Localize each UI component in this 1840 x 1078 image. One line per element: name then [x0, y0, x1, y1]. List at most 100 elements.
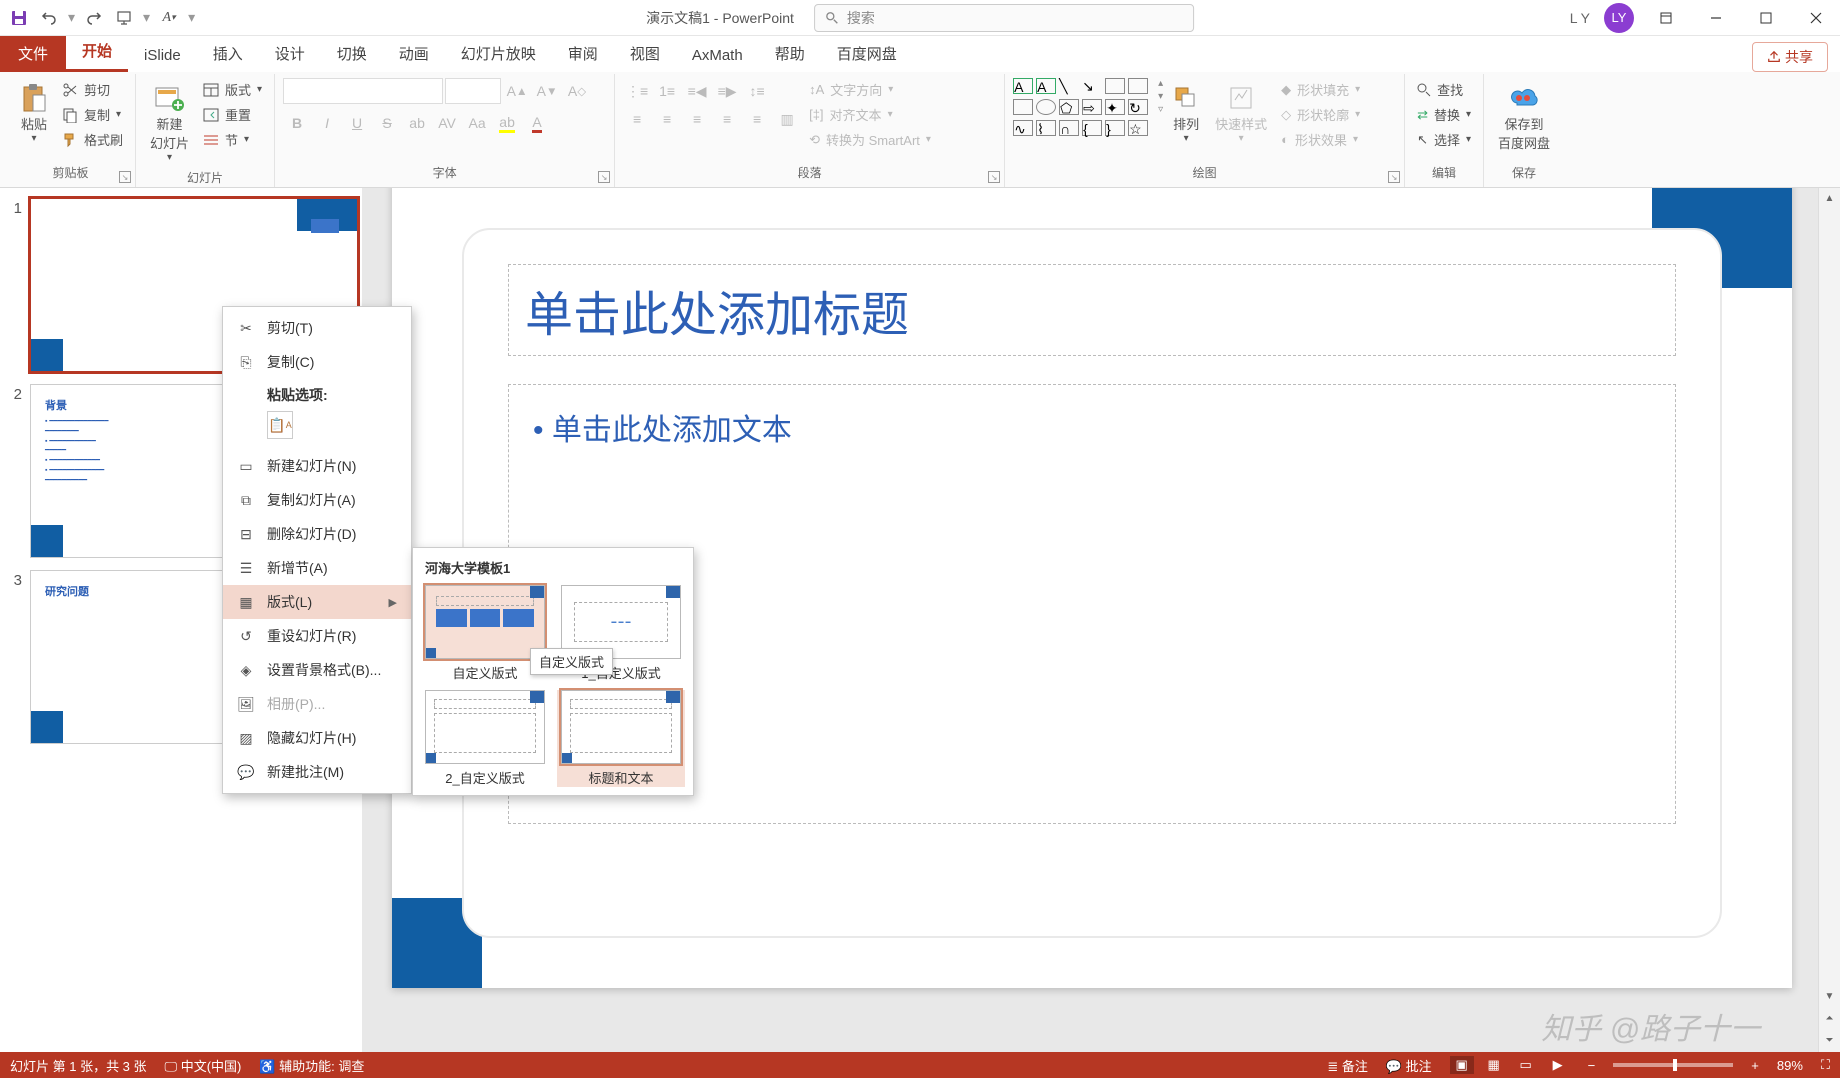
maximize-icon[interactable]: [1748, 5, 1784, 31]
new-slide-button[interactable]: 新建 幻灯片▾: [144, 78, 195, 167]
text-direction-button[interactable]: ↕A文字方向▾: [805, 78, 935, 101]
tab-review[interactable]: 审阅: [552, 35, 614, 72]
save-icon[interactable]: [6, 5, 32, 31]
tab-home[interactable]: 开始: [66, 32, 128, 72]
smartart-button[interactable]: ⟲转换为 SmartArt▾: [805, 128, 935, 151]
ctx-comment[interactable]: 💬新建批注(M): [223, 755, 411, 789]
columns-icon[interactable]: ▥: [773, 106, 801, 132]
shape-fill-button[interactable]: ◆形状填充▾: [1277, 78, 1364, 101]
zoom-level[interactable]: 89%: [1777, 1058, 1803, 1073]
line-spacing-icon[interactable]: ↕≡: [743, 78, 771, 104]
ctx-add-section[interactable]: ☰新增节(A): [223, 551, 411, 585]
tab-file[interactable]: 文件: [0, 35, 66, 72]
fit-window-icon[interactable]: ⛶: [1821, 1057, 1830, 1073]
shape-outline-button[interactable]: ◇形状轮廓▾: [1277, 103, 1364, 126]
reset-button[interactable]: 重置: [199, 103, 266, 126]
scroll-down-icon[interactable]: ▼: [1819, 986, 1840, 1006]
search-input[interactable]: 搜索: [814, 4, 1194, 32]
font-color-icon[interactable]: A: [523, 110, 551, 136]
copy-button[interactable]: 复制▾: [58, 103, 127, 126]
spacing-icon[interactable]: AV: [433, 110, 461, 136]
align-text-button[interactable]: [‡]对齐文本▾: [805, 103, 935, 126]
title-placeholder[interactable]: 单击此处添加标题: [508, 264, 1676, 356]
quick-styles-button[interactable]: 快速样式▾: [1209, 78, 1273, 148]
ctx-cut[interactable]: ✂剪切(T): [223, 311, 411, 345]
tab-slideshow[interactable]: 幻灯片放映: [445, 35, 552, 72]
status-slide-info[interactable]: 幻灯片 第 1 张，共 3 张: [10, 1056, 147, 1075]
normal-view-icon[interactable]: ▣: [1450, 1056, 1474, 1074]
save-to-baidu-button[interactable]: 保存到 百度网盘: [1492, 78, 1556, 156]
prev-slide-icon[interactable]: ⏶: [1819, 1008, 1840, 1028]
ctx-layout[interactable]: ▦版式(L)▶: [223, 585, 411, 619]
highlight-icon[interactable]: ab: [493, 110, 521, 136]
ctx-new-slide[interactable]: ▭新建幻灯片(N): [223, 449, 411, 483]
start-from-beginning-icon[interactable]: [111, 5, 137, 31]
ctx-duplicate[interactable]: ⧉复制幻灯片(A): [223, 483, 411, 517]
font-size-select[interactable]: [445, 78, 501, 104]
indent-inc-icon[interactable]: ≡▶: [713, 78, 741, 104]
vertical-scrollbar[interactable]: ▲ ▼ ⏶ ⏷: [1818, 188, 1840, 1052]
tab-insert[interactable]: 插入: [197, 35, 259, 72]
tab-axmath[interactable]: AxMath: [676, 39, 759, 72]
tab-baidu[interactable]: 百度网盘: [821, 35, 913, 72]
scroll-up-icon[interactable]: ▲: [1819, 188, 1840, 208]
ribbon-display-icon[interactable]: [1648, 5, 1684, 31]
sorter-view-icon[interactable]: ▦: [1482, 1056, 1506, 1074]
close-icon[interactable]: [1798, 5, 1834, 31]
redo-icon[interactable]: [81, 5, 107, 31]
status-comments[interactable]: 💬 批注: [1386, 1056, 1432, 1075]
case-icon[interactable]: Aa: [463, 110, 491, 136]
reading-view-icon[interactable]: ▭: [1514, 1056, 1538, 1074]
next-slide-icon[interactable]: ⏷: [1819, 1030, 1840, 1050]
zoom-slider[interactable]: [1613, 1063, 1733, 1067]
find-button[interactable]: 查找: [1413, 78, 1475, 101]
zoom-in-icon[interactable]: +: [1751, 1058, 1759, 1073]
underline-icon[interactable]: U: [343, 110, 371, 136]
layout-button[interactable]: 版式▾: [199, 78, 266, 101]
numbering-icon[interactable]: 1≡: [653, 78, 681, 104]
ctx-hide[interactable]: ▨隐藏幻灯片(H): [223, 721, 411, 755]
arrange-button[interactable]: 排列▾: [1167, 78, 1205, 148]
cut-button[interactable]: 剪切: [58, 78, 127, 101]
align-right-icon[interactable]: ≡: [683, 106, 711, 132]
dialog-launcher-icon[interactable]: ↘: [1388, 171, 1400, 183]
dialog-launcher-icon[interactable]: ↘: [119, 171, 131, 183]
qat-customize-icon[interactable]: ▾: [188, 9, 195, 26]
layout-option-3[interactable]: 2_自定义版式: [421, 690, 549, 787]
shapes-gallery[interactable]: AA╲↘ ⬠⇨✦↻ ∿⌇∩{}☆: [1013, 78, 1150, 140]
ctx-delete[interactable]: ⊟删除幻灯片(D): [223, 517, 411, 551]
dropdown-caret-icon[interactable]: ▾: [68, 9, 75, 26]
replace-button[interactable]: ⇄替换▾: [1413, 103, 1475, 126]
clear-format-icon[interactable]: A◇: [563, 78, 591, 104]
justify-icon[interactable]: ≡: [713, 106, 741, 132]
zoom-out-icon[interactable]: −: [1588, 1058, 1596, 1073]
ctx-copy[interactable]: ⎘复制(C): [223, 345, 411, 379]
tab-islide[interactable]: iSlide: [128, 39, 197, 72]
slideshow-view-icon[interactable]: ▶: [1546, 1056, 1570, 1074]
italic-icon[interactable]: I: [313, 110, 341, 136]
distribute-icon[interactable]: ≡: [743, 106, 771, 132]
status-accessibility[interactable]: ♿ 辅助功能: 调查: [259, 1056, 364, 1075]
share-button[interactable]: 共享: [1752, 42, 1828, 72]
format-painter-button[interactable]: 格式刷: [58, 128, 127, 151]
tab-help[interactable]: 帮助: [759, 35, 821, 72]
section-button[interactable]: 节▾: [199, 128, 266, 151]
dialog-launcher-icon[interactable]: ↘: [598, 171, 610, 183]
font-color-icon[interactable]: A▾: [156, 5, 182, 31]
shadow-icon[interactable]: ab: [403, 110, 431, 136]
tab-design[interactable]: 设计: [259, 35, 321, 72]
align-center-icon[interactable]: ≡: [653, 106, 681, 132]
dialog-launcher-icon[interactable]: ↘: [988, 171, 1000, 183]
avatar[interactable]: LY: [1604, 3, 1634, 33]
select-button[interactable]: ↖选择▾: [1413, 128, 1475, 151]
ctx-background[interactable]: ◈设置背景格式(B)...: [223, 653, 411, 687]
tab-transition[interactable]: 切换: [321, 35, 383, 72]
bold-icon[interactable]: B: [283, 110, 311, 136]
status-lang[interactable]: 🖵 中文(中国): [165, 1056, 242, 1075]
paste-button[interactable]: 粘贴▾: [14, 78, 54, 148]
undo-icon[interactable]: [36, 5, 62, 31]
strike-icon[interactable]: S: [373, 110, 401, 136]
ctx-reset[interactable]: ↺重设幻灯片(R): [223, 619, 411, 653]
tab-animation[interactable]: 动画: [383, 35, 445, 72]
font-name-select[interactable]: [283, 78, 443, 104]
